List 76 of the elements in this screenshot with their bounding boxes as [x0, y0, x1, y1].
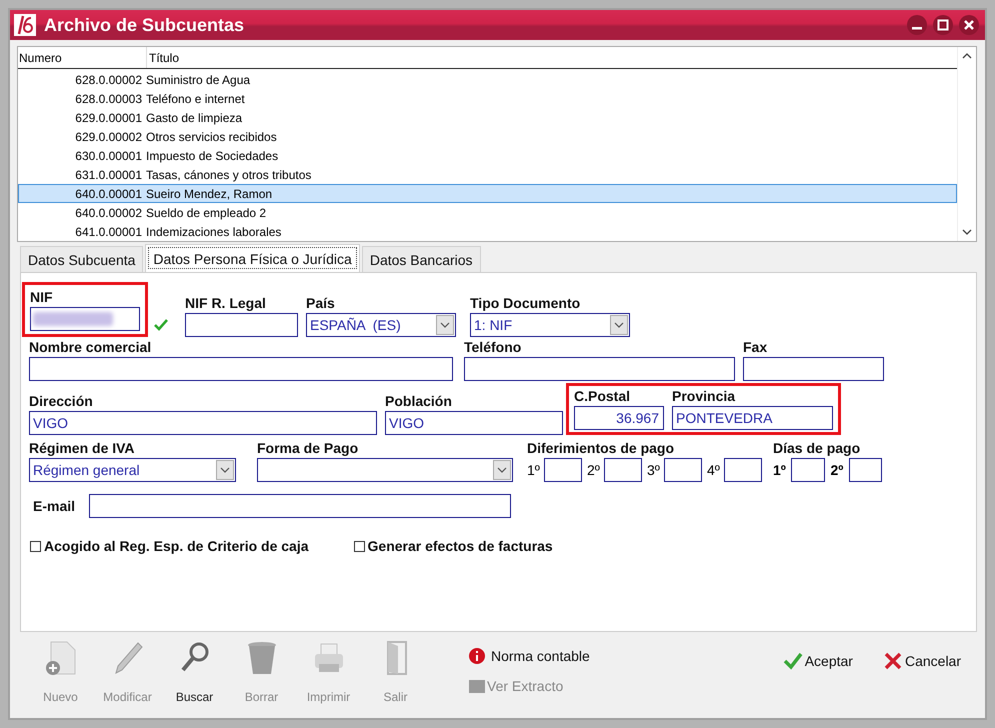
province-field[interactable]: PONTEVEDRA — [672, 406, 833, 430]
field-label: Forma de Pago — [257, 440, 360, 456]
list-row[interactable]: 641.0.00001 Indemizaciones laborales — [18, 222, 957, 241]
phone-field[interactable] — [464, 357, 735, 381]
tab[interactable]: Datos Persona Física o Jurídica — [145, 244, 360, 272]
field-label: NIF — [30, 289, 54, 305]
cancel-button[interactable]: Cancelar — [882, 652, 961, 670]
app-logo-icon — [14, 14, 36, 36]
tab[interactable]: Datos Bancarios — [362, 246, 481, 272]
trash-can-icon — [246, 640, 278, 676]
slot-label: 1º — [773, 462, 787, 478]
field-label: Fax — [743, 339, 768, 355]
slot-label: 2º — [587, 462, 601, 478]
field-label: País — [306, 295, 336, 311]
deferral-field[interactable] — [544, 458, 582, 482]
field-label: Días de pago — [773, 440, 862, 456]
trade-name-field[interactable] — [29, 357, 453, 381]
field-label: Régimen de IVA — [29, 440, 136, 456]
minimize-icon[interactable] — [907, 15, 927, 35]
slot-label: 4º — [707, 462, 721, 478]
checkbox-box[interactable] — [354, 540, 365, 552]
field-label: Dirección — [29, 393, 94, 409]
document-add-icon — [44, 640, 76, 676]
list-row[interactable]: 629.0.00002 Otros servicios recibidos — [18, 127, 957, 146]
search-button[interactable]: Buscar — [161, 640, 228, 704]
list-row[interactable]: 631.0.00001 Tasas, cánones y otros tributos — [18, 165, 957, 184]
scroll-up-icon[interactable] — [962, 53, 972, 59]
document-type-dropdown[interactable]: 1: NIF — [470, 313, 630, 337]
field-label: E-mail — [33, 498, 76, 514]
fax-field[interactable] — [743, 357, 884, 381]
list-row[interactable]: 640.0.00001 Sueiro Mendez, Ramon — [18, 184, 957, 203]
info-icon — [469, 648, 485, 664]
slot-label: 2º — [830, 462, 844, 478]
slot-label: 1º — [527, 462, 541, 478]
city-field[interactable]: VIGO — [385, 411, 563, 435]
tab[interactable]: Datos Subcuenta — [20, 246, 144, 272]
postal-code-field[interactable]: 36.967 — [574, 406, 664, 430]
field-label: Teléfono — [464, 339, 522, 355]
field-label: NIF R. Legal — [185, 295, 267, 311]
column-header[interactable]: Numero — [18, 47, 147, 68]
deferral-field[interactable] — [724, 458, 762, 482]
scroll-down-icon[interactable] — [962, 229, 972, 235]
accept-button[interactable]: Aceptar — [782, 652, 853, 670]
deferral-field[interactable] — [664, 458, 702, 482]
field-label: Tipo Documento — [470, 295, 582, 311]
list-row[interactable]: 640.0.00002 Sueldo de empleado 2 — [18, 203, 957, 222]
field-label: Nombre comercial — [29, 339, 152, 355]
checkbox[interactable]: Acogido al Reg. Esp. de Criterio de caja — [30, 538, 309, 554]
window-title: Archivo de Subcuentas — [44, 14, 246, 36]
list-row[interactable]: 629.0.00001 Gasto de limpieza — [18, 108, 957, 127]
column-header[interactable]: Título — [147, 47, 180, 68]
payment-method-dropdown[interactable] — [257, 458, 513, 482]
country-dropdown[interactable]: ESPAÑA (ES) — [306, 313, 456, 337]
deferral-field[interactable] — [604, 458, 642, 482]
list-row[interactable]: 630.0.00001 Impuesto de Sociedades — [18, 146, 957, 165]
payment-day-field[interactable] — [848, 458, 882, 482]
slot-label: 3º — [647, 462, 661, 478]
field-label: C.Postal — [574, 388, 632, 404]
maximize-icon[interactable] — [933, 15, 953, 35]
email-field[interactable] — [89, 494, 511, 518]
close-icon[interactable] — [959, 15, 979, 35]
checkmark-icon — [782, 652, 803, 670]
field-label: Diferimientos de pago — [527, 440, 676, 456]
field-label: Población — [385, 393, 453, 409]
payment-day-field[interactable] — [791, 458, 824, 482]
checkbox[interactable]: Generar efectos de facturas — [354, 538, 553, 554]
list-row[interactable]: 628.0.00003 Teléfono e internet — [18, 89, 957, 108]
accounting-standard-link[interactable]: Norma contable — [469, 648, 590, 664]
nif-field[interactable] — [30, 307, 140, 331]
cross-icon — [882, 652, 903, 670]
nif-legal-field[interactable] — [185, 313, 298, 337]
address-field[interactable]: VIGO — [29, 411, 377, 435]
vat-regime-dropdown[interactable]: Régimen general — [29, 458, 236, 482]
field-label: Provincia — [672, 388, 736, 404]
list-row[interactable]: 628.0.00002 Suministro de Agua — [18, 70, 957, 89]
checkbox-box[interactable] — [30, 540, 41, 552]
